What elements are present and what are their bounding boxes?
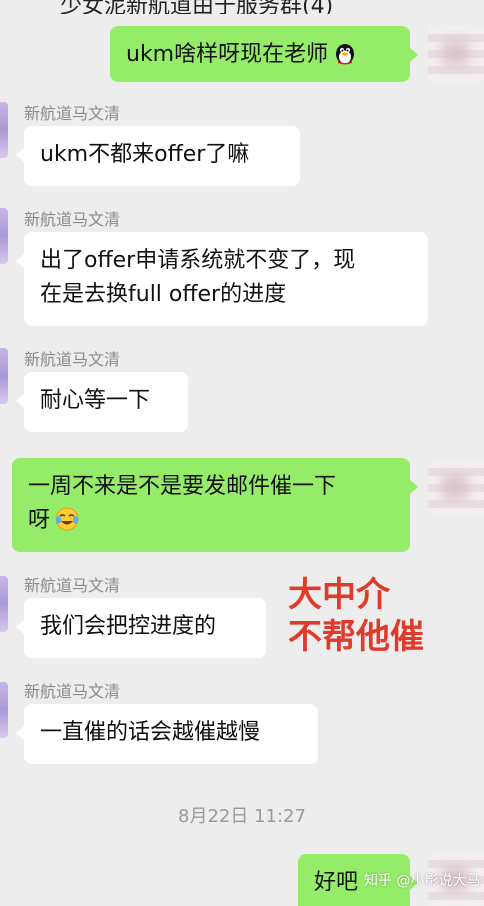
- contact-avatar[interactable]: [0, 208, 8, 264]
- message-text: ukm啥样呀现在老师: [126, 42, 329, 67]
- sender-name: 新航道马文清: [24, 576, 121, 595]
- contact-avatar[interactable]: [0, 102, 8, 158]
- message-bubble-incoming[interactable]: 出了offer申请系统就不变了，现 在是去换full offer的进度: [16, 232, 428, 326]
- sender-name: 新航道马文清: [24, 210, 121, 229]
- message-text: 一直催的话会越催越慢: [40, 720, 261, 745]
- self-avatar[interactable]: [428, 460, 484, 516]
- message-text-line: 在是去换full offer的进度: [40, 282, 287, 307]
- red-annotation: 大中介 不帮他催: [288, 574, 424, 658]
- chat-header: 少女泥新航道由于服务群(4): [0, 0, 484, 14]
- chat-screen: 少女泥新航道由于服务群(4) ukm啥样呀现在老师 新航道马文清 ukm不都来o…: [0, 0, 484, 906]
- penguin-emoji-icon: [336, 44, 355, 65]
- contact-avatar[interactable]: [0, 682, 8, 738]
- message-text-line: 出了offer申请系统就不变了，现: [40, 248, 356, 273]
- message-bubble-outgoing[interactable]: 一周不来是不是要发邮件催一下 呀: [12, 458, 418, 552]
- zhihu-watermark: 知乎 @小影说大马: [364, 873, 481, 889]
- message-timestamp: 8月22日 11:27: [178, 806, 306, 827]
- message-bubble-outgoing[interactable]: ukm啥样呀现在老师: [110, 26, 418, 82]
- contact-avatar[interactable]: [0, 348, 8, 404]
- contact-avatar[interactable]: [0, 576, 8, 632]
- self-avatar[interactable]: [428, 26, 484, 82]
- message-text: ukm不都来offer了嘛: [40, 142, 250, 167]
- message-bubble-incoming[interactable]: 耐心等一下: [16, 372, 188, 432]
- message-bubble-incoming[interactable]: 一直催的话会越催越慢: [16, 704, 318, 764]
- sender-name: 新航道马文清: [24, 104, 121, 123]
- message-text: 我们会把控进度的: [40, 614, 217, 639]
- annotation-line: 大中介: [288, 575, 390, 615]
- chat-title: 少女泥新航道由于服务群(4): [60, 0, 334, 14]
- annotation-line: 不帮他催: [288, 617, 424, 657]
- sender-name: 新航道马文清: [24, 682, 121, 701]
- message-text: 耐心等一下: [40, 388, 151, 413]
- message-text-line: 呀: [28, 508, 51, 533]
- message-text-line: 一周不来是不是要发邮件催一下: [28, 474, 337, 499]
- message-text: 好吧: [314, 870, 359, 895]
- sender-name: 新航道马文清: [24, 350, 121, 369]
- message-bubble-incoming[interactable]: ukm不都来offer了嘛: [16, 126, 300, 186]
- crying-laughing-emoji-icon: [55, 507, 79, 531]
- message-bubble-incoming[interactable]: 我们会把控进度的: [16, 598, 266, 658]
